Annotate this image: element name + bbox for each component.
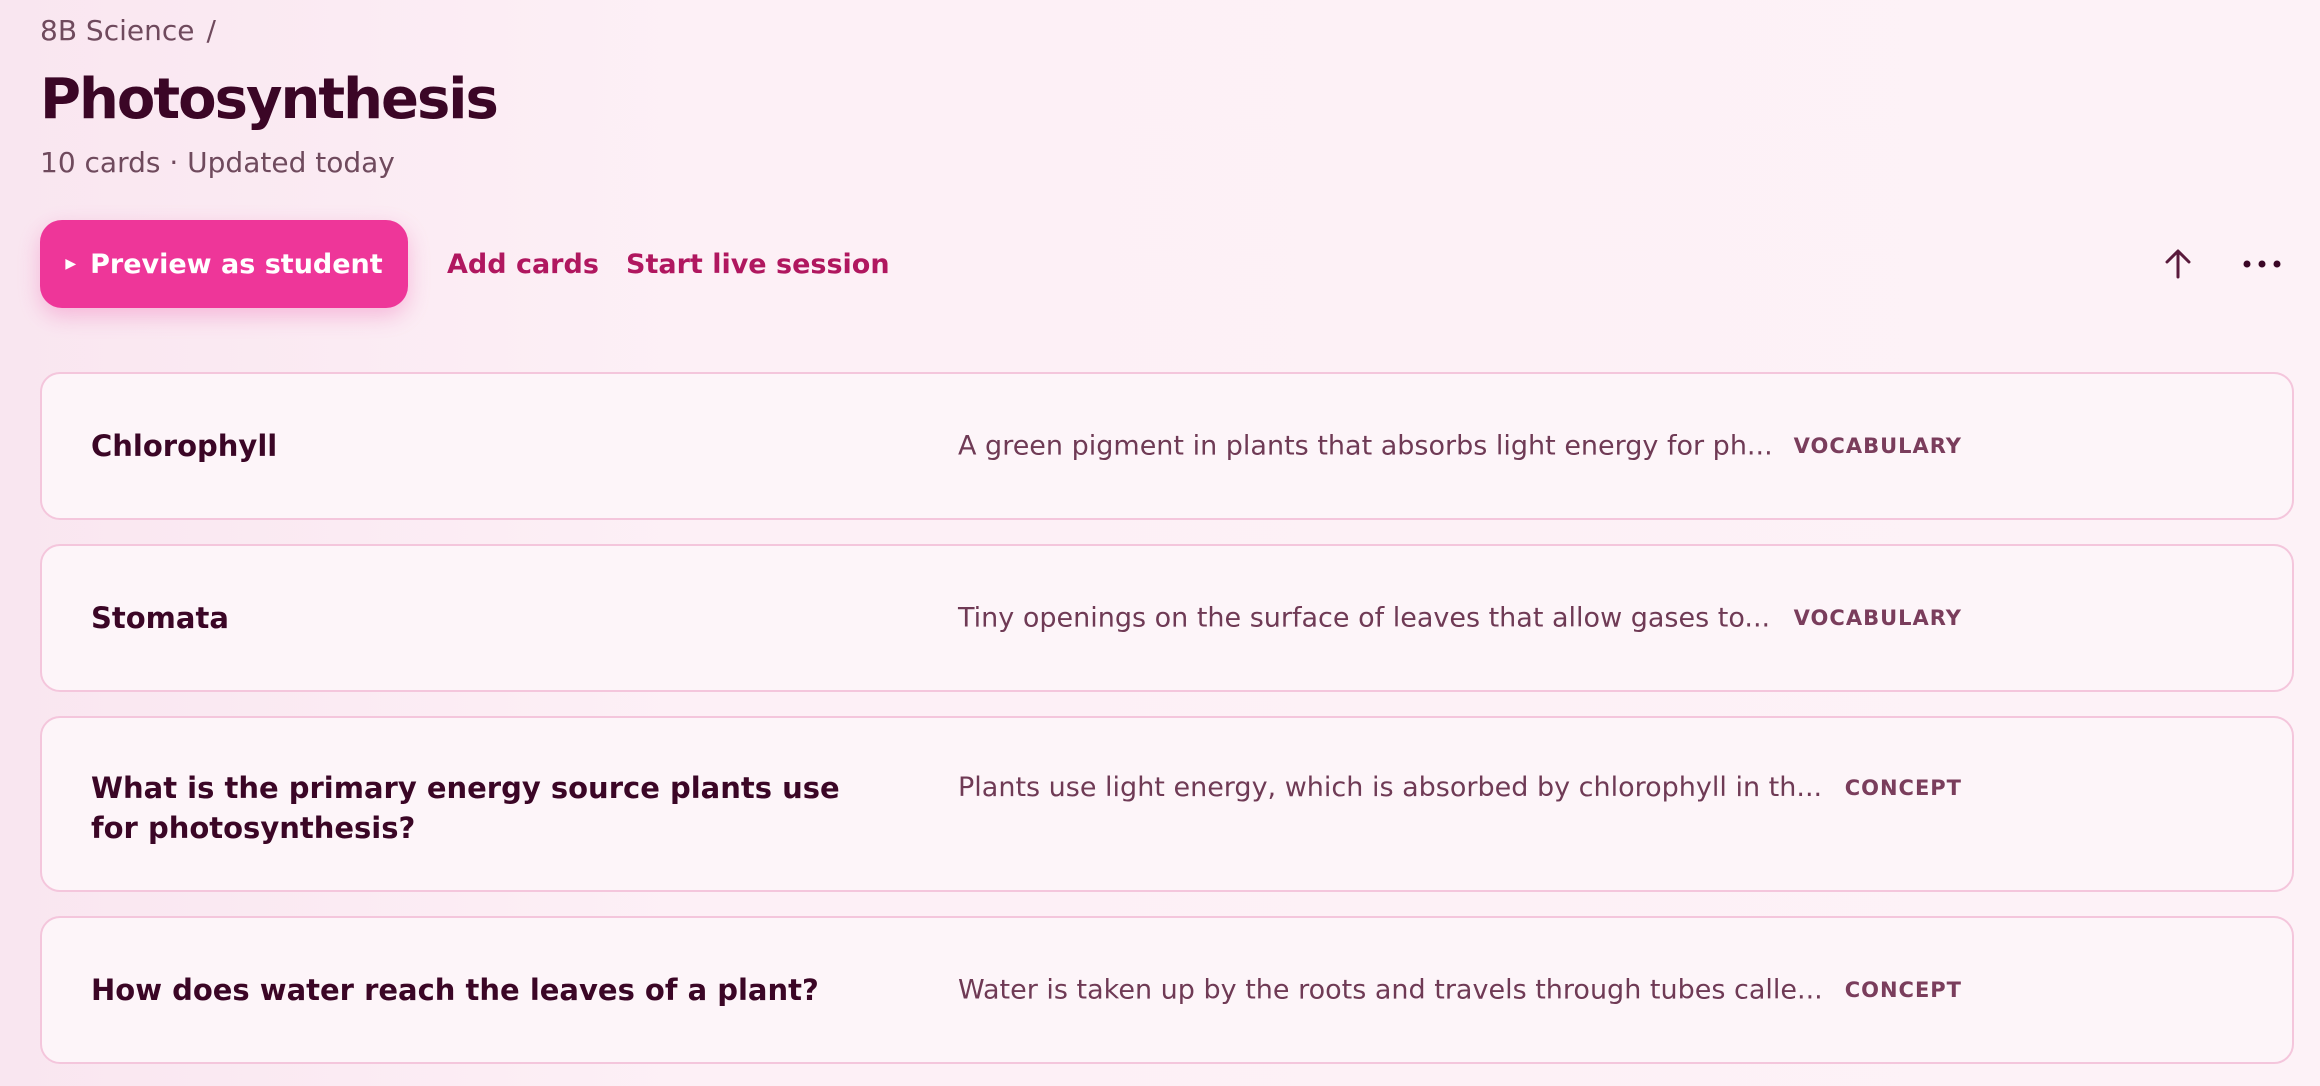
card-definition: Tiny openings on the surface of leaves t…: [958, 602, 1771, 634]
more-horizontal-icon: [2243, 260, 2281, 268]
card-row[interactable]: Stomata Tiny openings on the surface of …: [40, 544, 2294, 692]
card-row[interactable]: What is the primary energy source plants…: [40, 716, 2294, 892]
card-type-tag: VOCABULARY: [1793, 606, 1962, 630]
toolbar: ▶ Preview as student Add cards Start liv…: [40, 220, 2296, 308]
deck-meta: 10 cards · Updated today: [40, 146, 395, 179]
card-definition: Water is taken up by the roots and trave…: [958, 974, 1823, 1006]
card-row[interactable]: Chlorophyll A green pigment in plants th…: [40, 372, 2294, 520]
breadcrumb-separator: /: [206, 14, 216, 47]
card-type-tag: VOCABULARY: [1793, 434, 1962, 458]
page-title: Photosynthesis: [40, 67, 499, 132]
card-type-tag: CONCEPT: [1844, 776, 1962, 800]
breadcrumb-parent-link[interactable]: 8B Science: [40, 14, 194, 47]
card-term: What is the primary energy source plants…: [91, 771, 840, 845]
arrow-up-icon: [2165, 249, 2191, 279]
preview-as-student-label: Preview as student: [90, 248, 383, 280]
more-options-button[interactable]: [2238, 240, 2286, 288]
card-term: How does water reach the leaves of a pla…: [91, 973, 819, 1007]
share-button[interactable]: [2154, 240, 2202, 288]
add-cards-button[interactable]: Add cards: [447, 220, 599, 308]
breadcrumb: 8B Science /: [40, 14, 216, 47]
card-definition: Plants use light energy, which is absorb…: [958, 772, 1823, 803]
start-live-session-button[interactable]: Start live session: [626, 220, 890, 308]
card-definition: A green pigment in plants that absorbs l…: [958, 430, 1773, 462]
play-icon: ▶: [65, 256, 77, 272]
card-term: Stomata: [91, 601, 229, 635]
card-term: Chlorophyll: [91, 429, 278, 463]
card-row[interactable]: How does water reach the leaves of a pla…: [40, 916, 2294, 1064]
card-type-tag: CONCEPT: [1844, 978, 1962, 1002]
preview-as-student-button[interactable]: ▶ Preview as student: [40, 220, 408, 308]
